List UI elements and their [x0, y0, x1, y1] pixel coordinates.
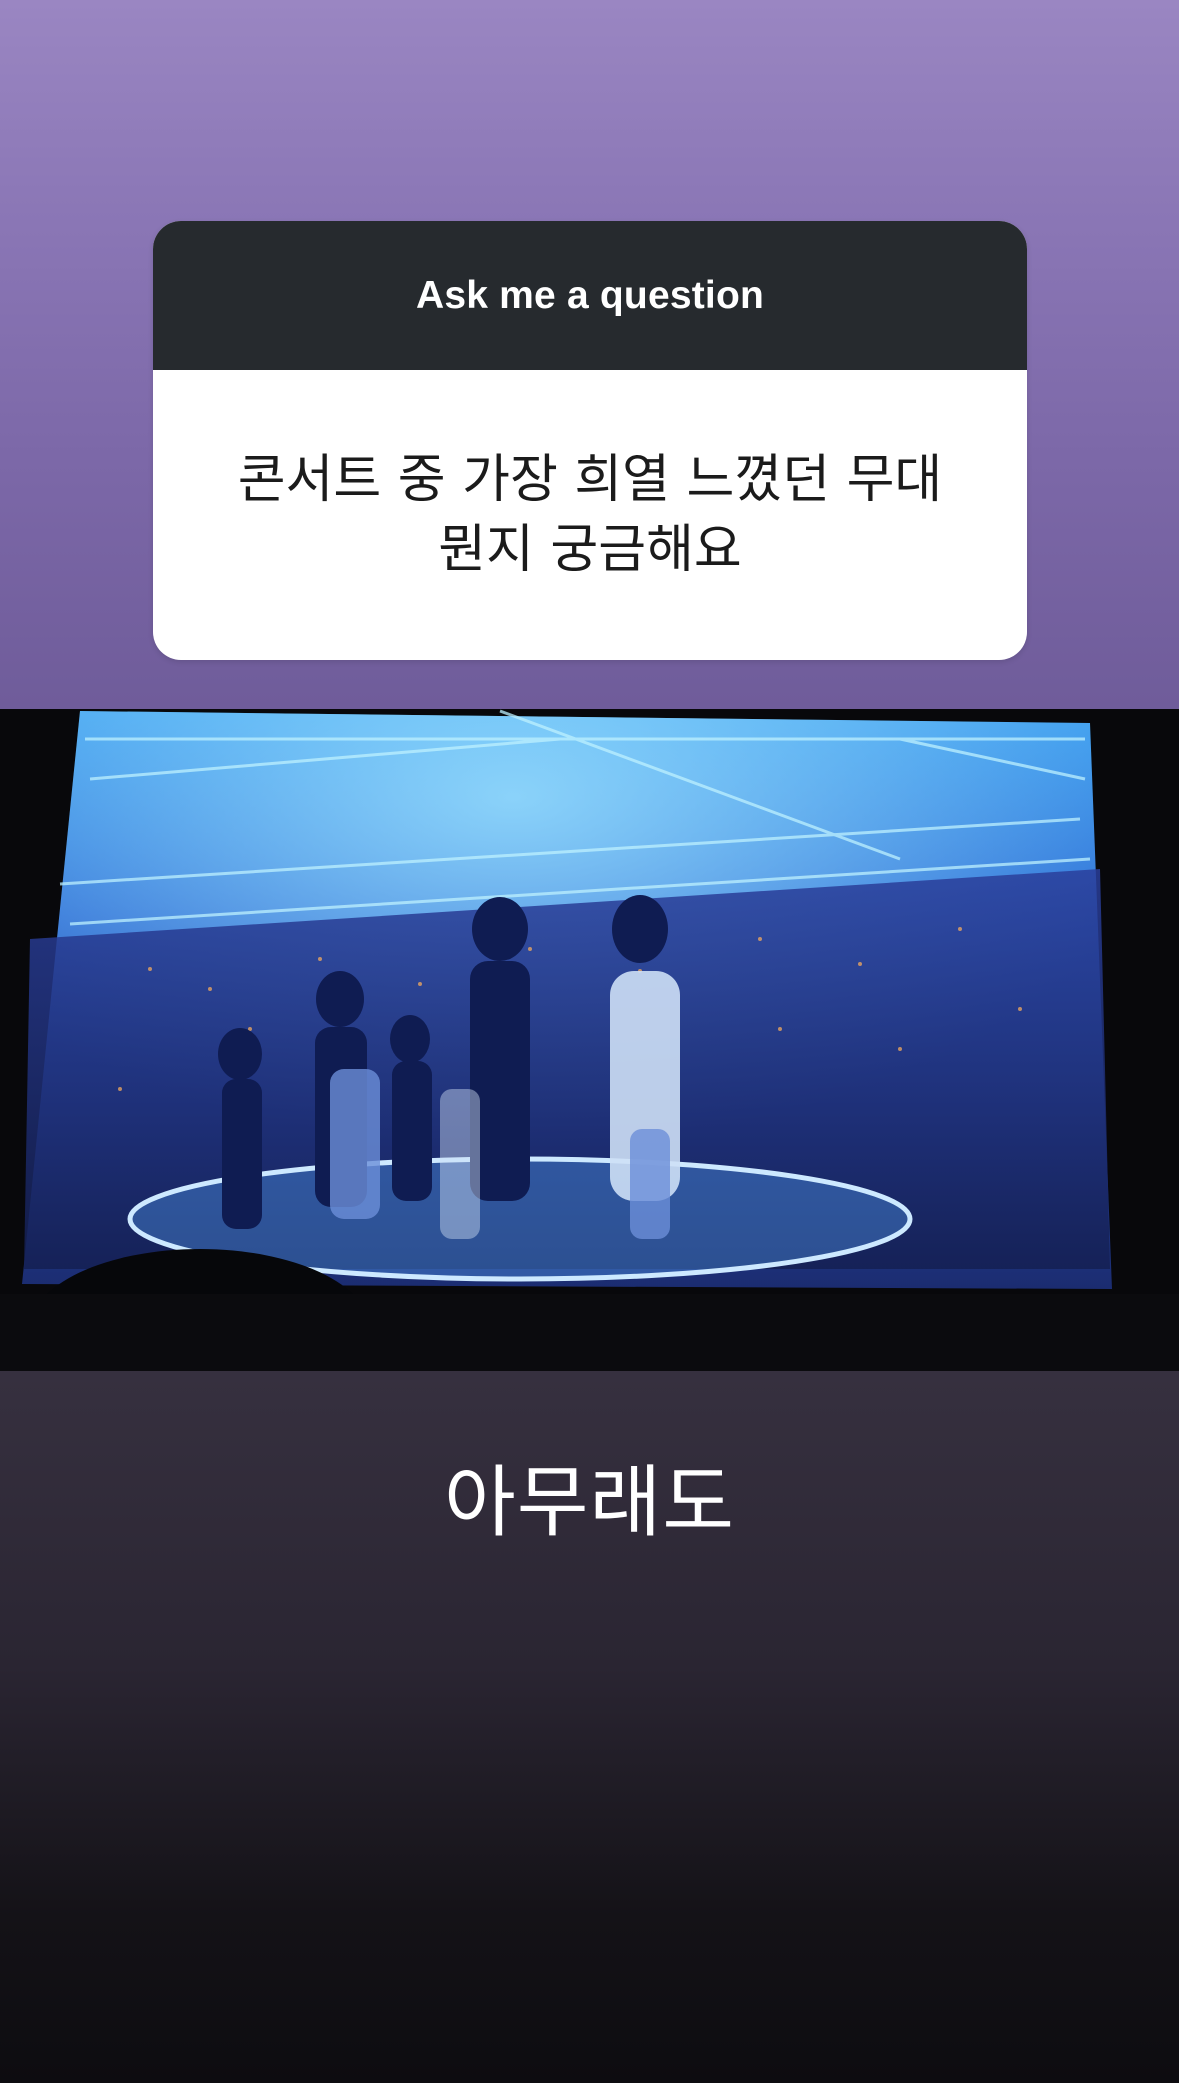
question-sticker-body: 콘서트 중 가장 희열 느꼈던 무대 뭔지 궁금해요 [153, 370, 1027, 660]
concert-stage-image [0, 709, 1179, 1371]
answer-text: 아무래도 [443, 1458, 736, 1548]
question-sticker-header: Ask me a question [153, 221, 1027, 370]
question-text: 콘서트 중 가장 희열 느꼈던 무대 뭔지 궁금해요 [237, 450, 943, 580]
concert-photo [0, 709, 1179, 1371]
question-sticker[interactable]: Ask me a question 콘서트 중 가장 희열 느꼈던 무대 뭔지 … [153, 221, 1027, 660]
